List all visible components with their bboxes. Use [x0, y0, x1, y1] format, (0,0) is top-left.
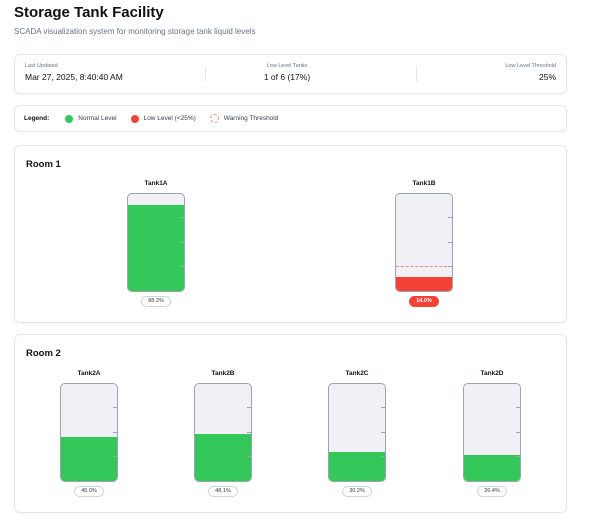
tank-fill: [61, 437, 117, 481]
tank-name: Tank1B: [412, 180, 436, 187]
legend-item-low: Low Level (<25%): [130, 114, 196, 123]
legend-title: Legend:: [24, 115, 50, 122]
tank-scale-tick: [180, 265, 184, 267]
tank-scale-tick: [448, 241, 452, 243]
tank-level-badge: 45.0%: [74, 486, 104, 497]
stat-label: Low Level Tanks: [266, 63, 308, 69]
tank-level-badge: 30.2%: [342, 486, 372, 497]
tank-scale-tick: [516, 455, 520, 457]
tank-vessel: [194, 383, 252, 482]
tank-name: Tank2C: [345, 370, 369, 377]
legend-item-normal: Normal Level: [65, 114, 117, 123]
tank-level-badge: 14.0%: [409, 296, 439, 307]
page-title: Storage Tank Facility: [14, 4, 164, 21]
legend-item-warning: Warning Threshold: [209, 114, 279, 123]
tank-unit[interactable]: Tank1B 14.0%: [384, 179, 464, 307]
tank-name: Tank2D: [480, 370, 504, 377]
legend: Legend: Normal Level Low Level (<25%) Wa…: [14, 105, 567, 132]
tank-scale-tick: [448, 265, 452, 267]
tank-name: Tank1A: [144, 180, 168, 187]
stat-label: Last Updated: [25, 63, 58, 69]
tank-name: Tank2B: [211, 370, 235, 377]
green-dot-icon: [65, 114, 74, 123]
tank-scale-tick: [113, 455, 117, 457]
tank-scale-tick: [247, 455, 251, 457]
tank-unit[interactable]: Tank2B 48.1%: [183, 369, 263, 497]
tank-vessel: [127, 193, 185, 292]
tank-fill: [128, 205, 184, 291]
tank-scale-tick: [381, 407, 385, 409]
tank-fill: [195, 434, 251, 481]
stat-value: 25%: [538, 72, 556, 82]
tank-scale-tick: [516, 431, 520, 433]
tank-scale-tick: [516, 407, 520, 409]
stat-threshold: Low Level Threshold 25%: [505, 63, 556, 82]
stats-bar: Last Updated Mar 27, 2025, 8:40:40 AM Lo…: [14, 54, 567, 94]
stat-label: Low Level Threshold: [505, 63, 556, 69]
stat-value: Mar 27, 2025, 8:40:40 AM: [25, 72, 123, 82]
dashed-circle-icon: [209, 114, 219, 123]
page: Storage Tank Facility SCADA visualizatio…: [0, 0, 591, 522]
room-title: Room 2: [26, 348, 61, 359]
tank-unit[interactable]: Tank2D 26.4%: [452, 369, 532, 497]
tank-vessel: [60, 383, 118, 482]
tank-unit[interactable]: Tank1A 88.2%: [116, 179, 196, 307]
tank-unit[interactable]: Tank2C 30.2%: [317, 369, 397, 497]
room-card: Room 1 Tank1A 88.2% Tank1B 14.0%: [14, 145, 567, 323]
stat-last-updated: Last Updated Mar 27, 2025, 8:40:40 AM: [25, 63, 123, 82]
tank-level-badge: 26.4%: [477, 486, 507, 497]
tank-scale-tick: [180, 217, 184, 219]
tank-scale-tick: [113, 407, 117, 409]
page-subtitle: SCADA visualization system for monitorin…: [14, 27, 256, 36]
warning-threshold-line: [396, 265, 452, 267]
divider: [416, 66, 417, 82]
legend-label: Low Level (<25%): [143, 115, 196, 122]
divider: [205, 66, 206, 82]
tank-scale-tick: [247, 431, 251, 433]
tank-vessel: [463, 383, 521, 482]
stat-value: 1 of 6 (17%): [263, 72, 311, 82]
tank-name: Tank2A: [77, 370, 101, 377]
tank-scale-tick: [381, 455, 385, 457]
tank-scale-tick: [180, 241, 184, 243]
tank-level-badge: 88.2%: [141, 296, 171, 307]
red-dot-icon: [130, 114, 139, 123]
tank-level-badge: 48.1%: [208, 486, 238, 497]
room-card: Room 2 Tank2A 45.0% Tank2B 48.1% Tank2C …: [14, 334, 567, 513]
tank-unit[interactable]: Tank2A 45.0%: [49, 369, 129, 497]
legend-label: Warning Threshold: [223, 115, 279, 122]
tank-fill: [396, 277, 452, 291]
legend-label: Normal Level: [78, 115, 117, 122]
tank-scale-tick: [448, 217, 452, 219]
tank-fill: [464, 455, 520, 481]
tank-scale-tick: [381, 431, 385, 433]
tank-scale-tick: [113, 431, 117, 433]
room-title: Room 1: [26, 159, 61, 170]
tank-fill: [329, 451, 385, 481]
tank-vessel: [395, 193, 453, 292]
tank-scale-tick: [247, 407, 251, 409]
tank-vessel: [328, 383, 386, 482]
